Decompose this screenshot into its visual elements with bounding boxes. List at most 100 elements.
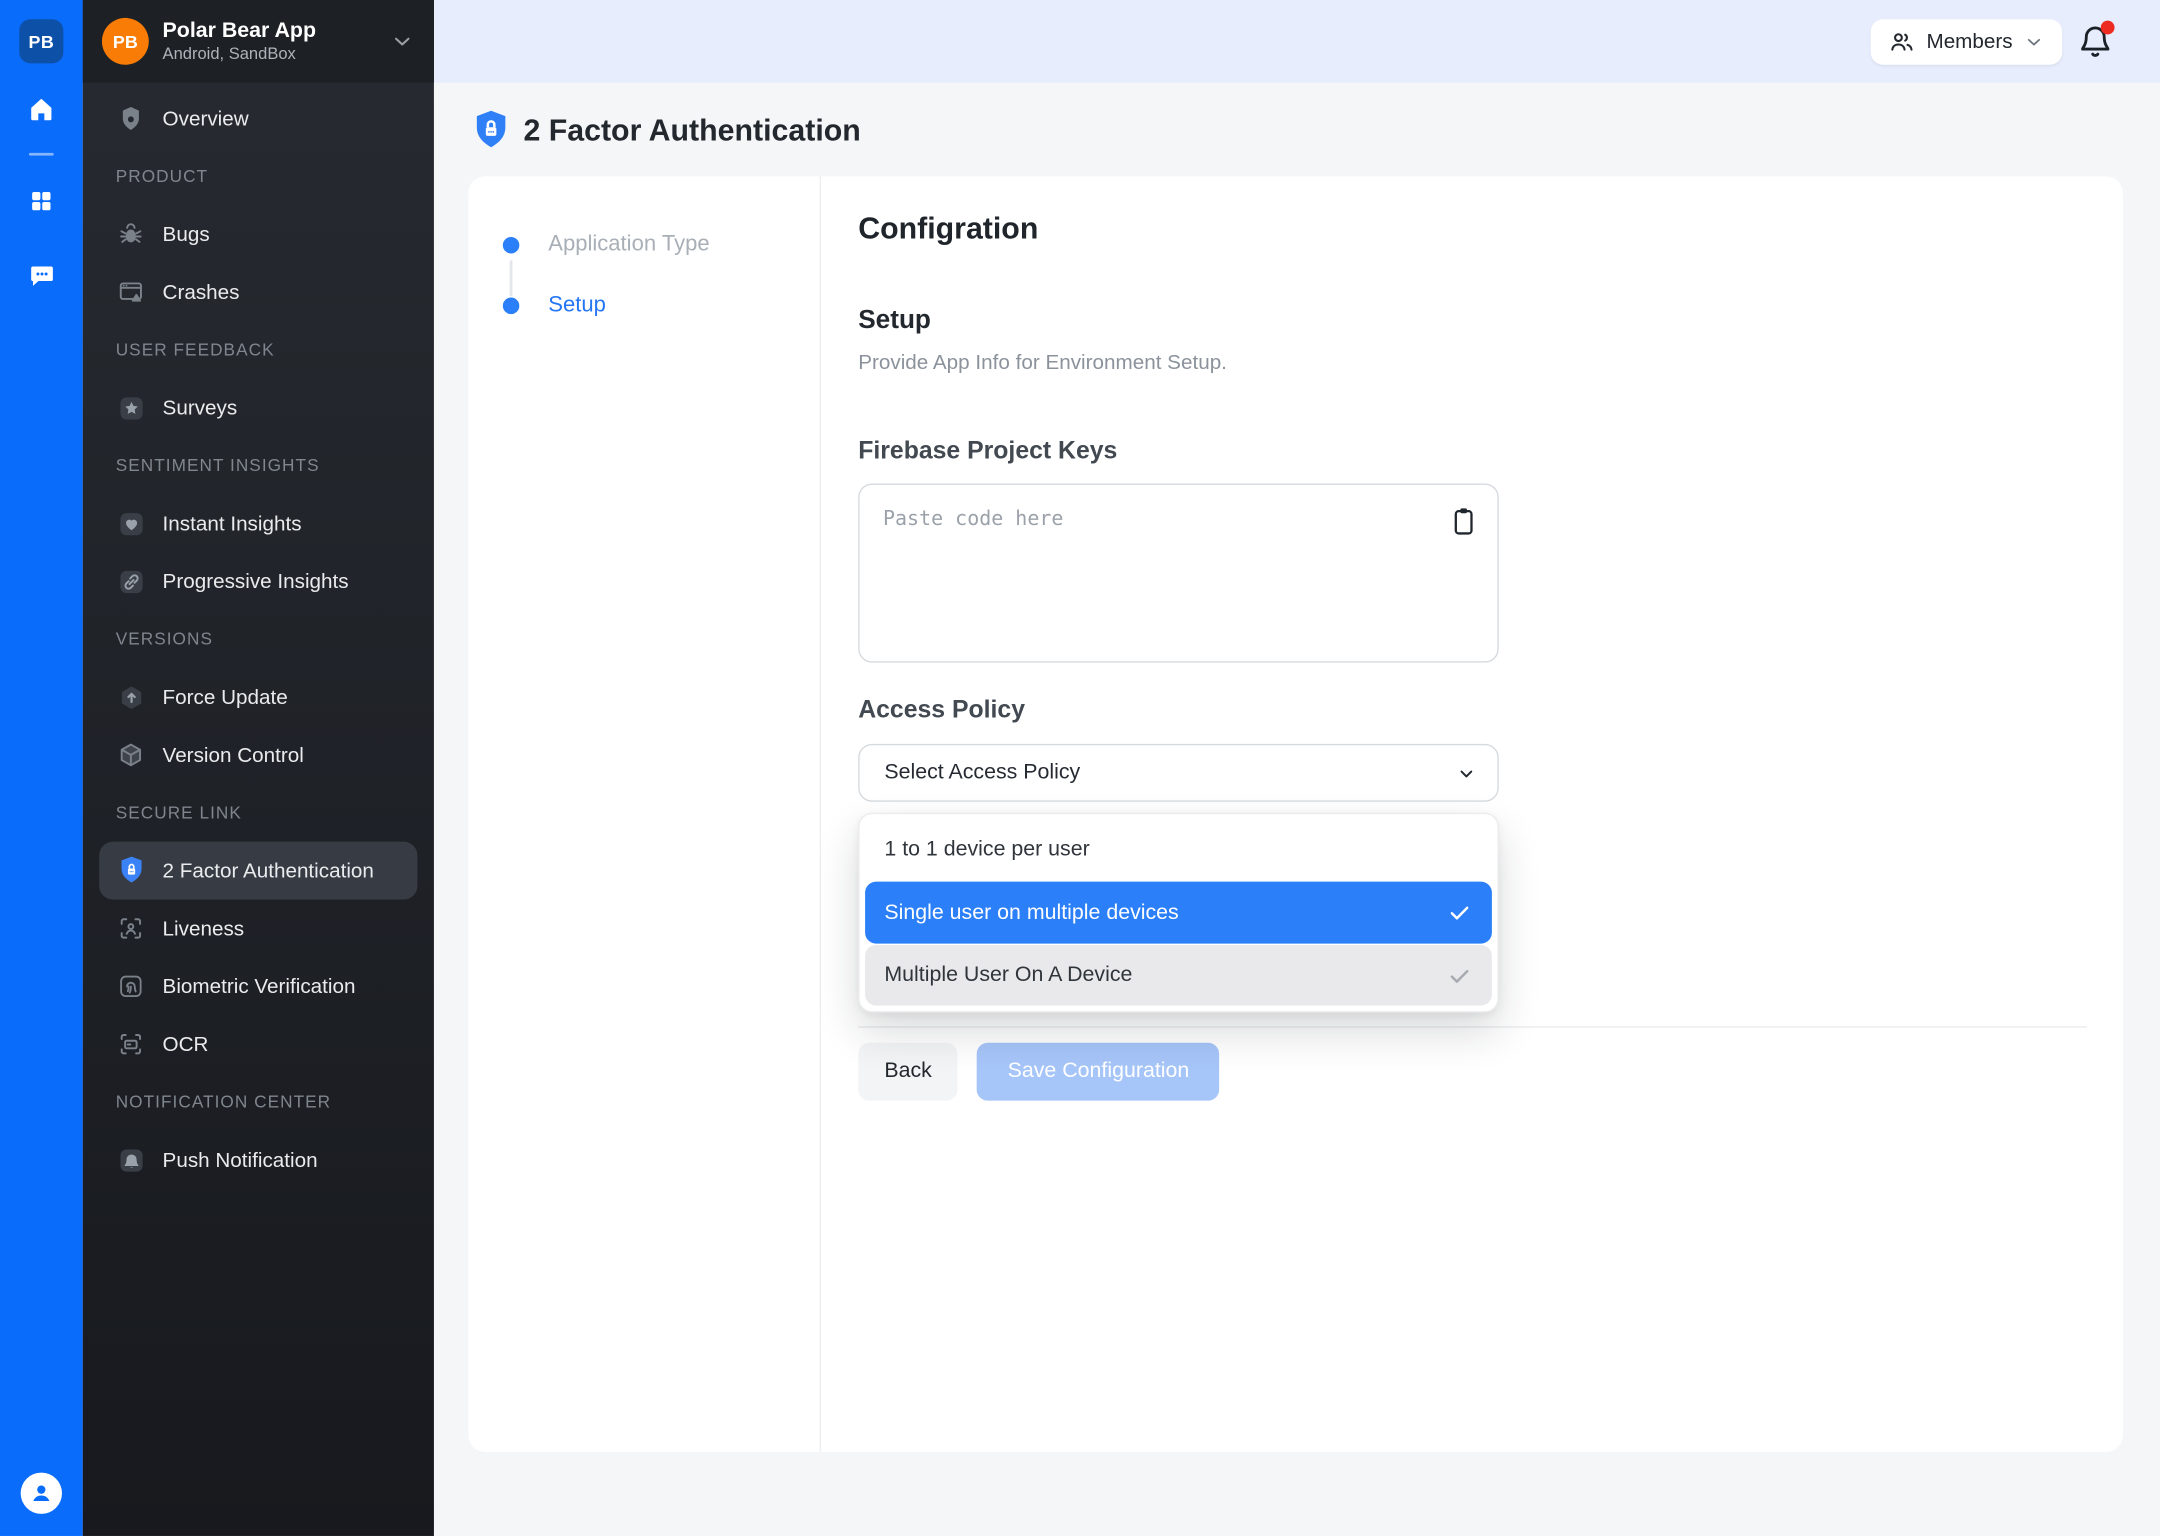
step-setup[interactable]: Setup [548,293,606,318]
overview-icon [116,103,146,133]
setup-title: Setup [858,303,2087,339]
sidebar-item-instant-insights[interactable]: Instant Insights [99,495,417,553]
chevron-down-icon [1455,761,1478,784]
access-policy-select[interactable]: Select Access Policy [858,744,1499,802]
sidebar-nav: Overview PRODUCT Bugs CrashesUSER FEEDBACK S… [83,83,434,1189]
bugs-icon [116,219,146,249]
members-button[interactable]: Members [1871,19,2062,64]
chat-icon [27,261,56,290]
sidebar-item-version-control[interactable]: Version Control [99,726,417,784]
version-control-icon [116,740,146,770]
sidebar-item-label: Biometric Verification [163,975,356,998]
sidebar: PB Polar Bear App Android, SandBox Overv… [83,0,434,1536]
person-icon [25,1477,58,1510]
ocr-icon [116,1029,146,1059]
chat-button[interactable] [0,252,83,299]
configuration-card: Application Type Setup Configration Setu… [468,176,2122,1452]
icon-rail: PB [0,0,83,1536]
stepper: Application Type Setup [468,176,819,1452]
option-label: Single user on multiple devices [884,900,1178,925]
sidebar-item-liveness[interactable]: Liveness [99,900,417,958]
save-configuration-button[interactable]: Save Configuration [977,1043,1219,1101]
sidebar-item-label: Overview [163,107,249,130]
sidebar-item-label: Force Update [163,685,288,708]
force-update-icon [116,682,146,712]
crashes-icon [116,277,146,307]
option-label: 1 to 1 device per user [884,838,1089,863]
sidebar-section-header: NOTIFICATION CENTER [83,1073,434,1131]
sidebar-item-label: 2 Factor Authentication [163,859,374,882]
surveys-icon [116,393,146,423]
sidebar-item-label: Bugs [163,222,210,245]
liveness-icon [116,913,146,943]
sidebar-section-header: USER FEEDBACK [83,321,434,379]
users-icon [1889,29,1915,55]
sidebar-item-force-update[interactable]: Force Update [99,668,417,726]
workspace-logo[interactable]: PB [19,19,63,63]
sidebar-item-bugs[interactable]: Bugs [99,205,417,263]
app-root: PB PB Polar Bear App [0,0,2160,1536]
biometric-icon [116,971,146,1001]
sidebar-item-label: Instant Insights [163,512,302,535]
back-button[interactable]: Back [858,1043,958,1101]
shield-lock-icon [472,109,509,152]
firebase-keys-field [858,484,1499,663]
step-dot-application-type [503,237,520,254]
sidebar-item-surveys[interactable]: Surveys [99,379,417,437]
step-application-type[interactable]: Application Type [548,233,709,258]
sidebar-item-ocr[interactable]: OCR [99,1015,417,1073]
dropdown-option-single-user-on-multiple-devices[interactable]: Single user on multiple devices [865,882,1492,944]
option-label: Multiple User On A Device [884,963,1132,988]
sidebar-item-push-notification[interactable]: Push Notification [99,1131,417,1189]
dropdown-option-1-to-1-device-per-user[interactable]: 1 to 1 device per user [865,820,1492,881]
home-icon [26,94,56,124]
progressive-insights-icon [116,566,146,596]
clipboard-icon[interactable] [1449,506,1478,538]
sidebar-item-label: Surveys [163,396,238,419]
check-icon [1446,962,1472,988]
sidebar-item-label: OCR [163,1032,209,1055]
sidebar-item-2-factor-authentication[interactable]: 2 Factor Authentication [99,842,417,900]
footer-divider [858,1026,2087,1027]
access-policy-dropdown: 1 to 1 device per user Single user on mul… [858,813,1499,1013]
app-avatar: PB [102,18,149,65]
sidebar-section-header: PRODUCT [83,147,434,205]
step-dot-setup [503,298,520,315]
main-area: Members 2 Factor Authentication Appl [434,0,2160,1536]
check-icon [1446,900,1472,926]
chevron-down-icon [390,29,415,54]
members-label: Members [1926,30,2012,53]
app-switcher[interactable]: PB Polar Bear App Android, SandBox [83,0,434,83]
setup-panel: Configration Setup Provide App Info for … [821,176,2123,1452]
topbar: Members [434,0,2160,83]
firebase-keys-label: Firebase Project Keys [858,434,2087,467]
firebase-keys-input[interactable] [860,485,1498,661]
panel-heading: Configration [858,209,2087,248]
sidebar-section-header: VERSIONS [83,610,434,668]
user-avatar-button[interactable] [21,1473,62,1514]
sidebar-item-progressive-insights[interactable]: Progressive Insights [99,552,417,610]
notification-badge [2101,21,2115,35]
sidebar-item-label: Liveness [163,917,245,940]
step-connector [510,260,513,296]
sidebar-item-biometric-verification[interactable]: Biometric Verification [99,957,417,1015]
sidebar-item-label: Push Notification [163,1148,318,1171]
shield-lock-icon [116,855,146,885]
notifications-button[interactable] [2077,23,2113,59]
sidebar-item-label: Version Control [163,743,304,766]
sidebar-item-label: Progressive Insights [163,570,349,593]
sidebar-section-header: SENTIMENT INSIGHTS [83,437,434,495]
sidebar-section-header: SECURE LINK [83,784,434,842]
dropdown-option-multiple-user-on-a-device[interactable]: Multiple User On A Device [865,945,1492,1006]
access-policy-label: Access Policy [858,693,2087,726]
app-subtitle: Android, SandBox [163,44,390,65]
sidebar-item-crashes[interactable]: Crashes [99,263,417,321]
chevron-down-icon [2024,32,2045,53]
setup-subtitle: Provide App Info for Environment Setup. [858,349,2087,379]
rail-divider [29,153,54,156]
access-policy-value: Select Access Policy [884,760,1454,785]
sidebar-item-overview[interactable]: Overview [99,90,417,148]
apps-button[interactable] [0,178,83,225]
push-notification-icon [116,1145,146,1175]
home-button[interactable] [0,85,83,132]
